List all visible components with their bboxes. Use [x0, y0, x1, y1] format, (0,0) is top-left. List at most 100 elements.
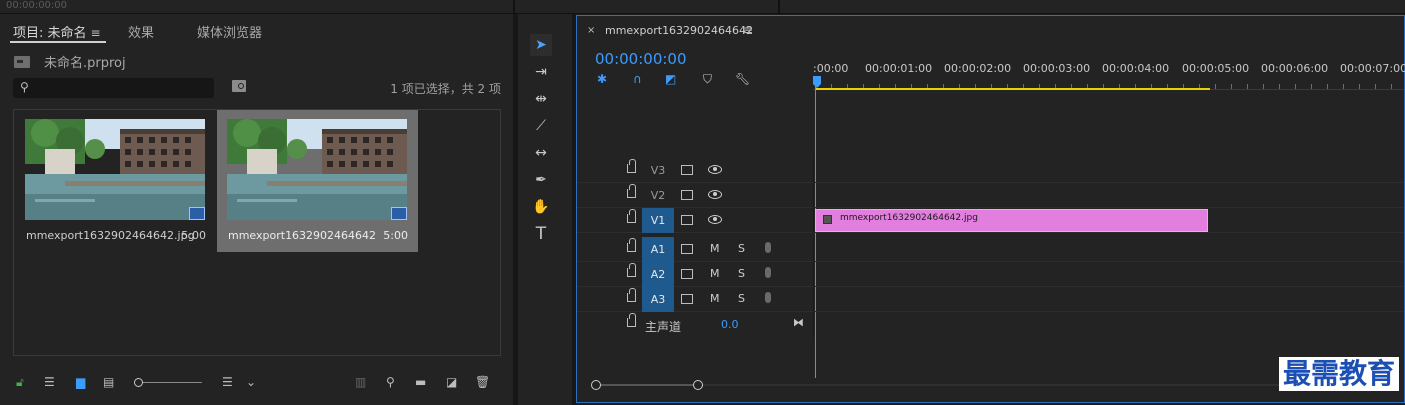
icon-view-icon[interactable]: ▆ — [76, 376, 85, 388]
find-icon[interactable] — [232, 80, 246, 92]
lock-icon[interactable] — [627, 184, 636, 198]
search-box[interactable]: ⚲ — [13, 78, 214, 98]
lock-icon[interactable] — [627, 263, 636, 277]
lock-icon[interactable] — [627, 159, 636, 173]
track-header: V2 — [577, 183, 813, 208]
mute-button[interactable]: M — [710, 267, 720, 280]
tab-media-browser[interactable]: 媒体浏览器 — [197, 22, 262, 41]
track-header: A3 M S — [577, 287, 813, 312]
list-view-icon[interactable]: ☰ — [44, 376, 55, 388]
track-content[interactable] — [813, 287, 1404, 312]
eye-icon[interactable] — [708, 190, 722, 199]
chevron-down-icon[interactable]: ⌄ — [246, 376, 256, 388]
lock-icon[interactable] — [627, 288, 636, 302]
ruler-label: 00:00:06:00 — [1261, 62, 1329, 75]
automate-icon[interactable]: ▥ — [355, 376, 366, 388]
clip-fx-icon — [823, 215, 832, 224]
sort-icon[interactable]: ☰ — [222, 376, 233, 388]
ruler-tick — [1247, 84, 1248, 89]
project-panel: 项目: 未命名 ≡ 效果 媒体浏览器 未命名.prproj ⚲ 1 项已选择，共 … — [0, 14, 513, 405]
nest-icon[interactable]: ✱ — [597, 72, 607, 86]
scrollbar-right-handle[interactable] — [693, 380, 703, 390]
microphone-icon[interactable] — [765, 242, 771, 253]
ripple-edit-tool-icon[interactable]: ⇹ — [530, 88, 552, 110]
track-select-tool-icon[interactable]: ⇥ — [530, 61, 552, 83]
solo-button[interactable]: S — [738, 292, 745, 305]
microphone-icon[interactable] — [765, 267, 771, 278]
new-item-icon[interactable]: ◪ — [446, 376, 457, 388]
track-label[interactable]: V1 — [642, 208, 674, 233]
go-to-end-icon[interactable]: ⧓ — [793, 316, 804, 329]
lock-icon[interactable] — [627, 209, 636, 223]
panel-menu-icon[interactable]: ≡ — [91, 26, 101, 40]
hand-tool-icon[interactable]: ✋ — [530, 196, 552, 218]
clip-duration: 5:00 — [181, 229, 206, 242]
clip-thumbnail-selected[interactable]: mmexport1632902464642 5:00 — [217, 110, 418, 252]
timeline-clip[interactable]: mmexport1632902464642.jpg — [815, 209, 1208, 232]
new-bin-icon[interactable]: ▬ — [415, 376, 426, 388]
tab-project[interactable]: 项目: 未命名 ≡ — [13, 22, 101, 41]
master-volume-value[interactable]: 0.0 — [721, 318, 739, 331]
track-master: 主声道 0.0 ⧓ — [577, 312, 1404, 337]
lock-icon[interactable]: 🔓︎ — [16, 376, 24, 388]
track-label[interactable]: A1 — [642, 237, 674, 262]
eye-icon[interactable] — [708, 165, 722, 174]
eye-icon[interactable] — [708, 215, 722, 224]
close-icon[interactable]: × — [587, 25, 595, 36]
track-label[interactable]: V2 — [642, 183, 674, 208]
track-content[interactable] — [813, 158, 1404, 183]
sync-lock-icon[interactable] — [681, 165, 693, 175]
selection-tool-icon[interactable]: ➤ — [530, 34, 552, 56]
freeform-view-icon[interactable]: ▤ — [103, 376, 114, 388]
track-a2: A2 M S — [577, 262, 1404, 287]
zoom-slider-track[interactable] — [140, 382, 202, 383]
add-marker-icon[interactable]: ⛉ — [703, 72, 712, 87]
track-label[interactable]: V3 — [642, 158, 674, 183]
razor-tool-icon[interactable]: ⟋ — [530, 115, 552, 137]
lock-icon[interactable] — [627, 313, 636, 327]
pen-tool-icon[interactable]: ✒ — [530, 169, 552, 191]
sync-lock-icon[interactable] — [681, 269, 693, 279]
lock-icon[interactable] — [627, 238, 636, 252]
sync-lock-icon[interactable] — [681, 190, 693, 200]
sync-lock-icon[interactable] — [681, 244, 693, 254]
playhead-timecode[interactable]: 00:00:00:00 — [595, 50, 687, 68]
search-icon: ⚲ — [20, 80, 29, 94]
solo-button[interactable]: S — [738, 242, 745, 255]
track-content[interactable]: mmexport1632902464642.jpg — [813, 208, 1404, 233]
zoom-slider-knob[interactable] — [134, 378, 143, 387]
slip-tool-icon[interactable]: ↔ — [530, 142, 552, 164]
track-content[interactable] — [813, 262, 1404, 287]
solo-button[interactable]: S — [738, 267, 745, 280]
microphone-icon[interactable] — [765, 292, 771, 303]
work-area-bar[interactable] — [815, 88, 1210, 90]
find-icon[interactable]: ⚲ — [386, 376, 395, 388]
track-label[interactable]: A3 — [642, 287, 674, 312]
ruler-label: 00:00:02:00 — [944, 62, 1012, 75]
mute-button[interactable]: M — [710, 242, 720, 255]
track-label[interactable]: A2 — [642, 262, 674, 287]
timeline-zoom-scrollbar[interactable] — [591, 380, 1391, 390]
sync-lock-icon[interactable] — [681, 215, 693, 225]
trash-icon[interactable]: 🗑︎ — [475, 376, 490, 388]
track-content[interactable] — [813, 237, 1404, 262]
search-input[interactable] — [37, 80, 207, 96]
track-content[interactable] — [813, 183, 1404, 208]
clip-thumbnail[interactable]: mmexport1632902464642.jpg 5:00 — [15, 110, 216, 252]
sync-lock-icon[interactable] — [681, 294, 693, 304]
mute-button[interactable]: M — [710, 292, 720, 305]
scrollbar-thumb[interactable] — [595, 384, 699, 386]
track-content[interactable] — [813, 312, 1404, 337]
type-tool-icon[interactable]: T — [530, 223, 552, 245]
active-tab-underline — [10, 41, 106, 43]
tab-effects[interactable]: 效果 — [128, 22, 154, 41]
linked-selection-icon[interactable]: ◩ — [665, 72, 676, 86]
snap-icon[interactable]: ∩ — [633, 72, 642, 86]
panel-menu-icon[interactable]: ≡ — [743, 23, 753, 37]
scrollbar-left-handle[interactable] — [591, 380, 601, 390]
panel-separator — [778, 0, 780, 14]
time-ruler[interactable]: :00:00 00:00:01:00 00:00:02:00 00:00:03:… — [813, 60, 1405, 90]
wrench-icon[interactable]: 🔧︎ — [735, 72, 750, 86]
sequence-tab[interactable]: mmexport1632902464642 — [605, 24, 753, 37]
thumbnail-image — [25, 119, 205, 220]
